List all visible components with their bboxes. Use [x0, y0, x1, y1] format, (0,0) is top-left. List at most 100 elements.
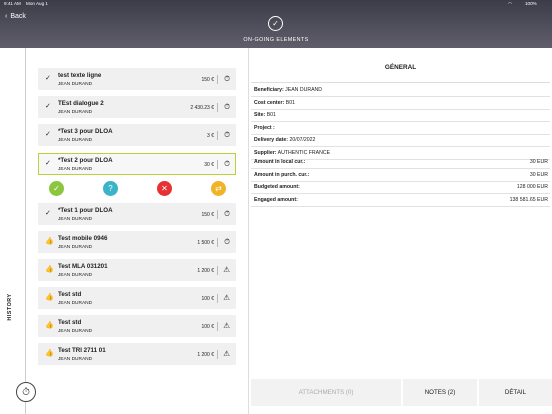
status-battery: 100% [525, 1, 537, 6]
item-separator [217, 75, 218, 84]
check-circle-icon: ✓ [268, 16, 283, 31]
list-item[interactable]: 👍 Test mobile 0946 JEAN DURAND 1 500 € ⏱ [38, 231, 236, 253]
field-row: Supplier: AUTHENTIC FRANCE [254, 150, 548, 156]
item-amount: 100 € [201, 296, 214, 302]
wifi-icon: ◠ [508, 1, 513, 6]
list-item[interactable]: ✓ TEst dialogue 2 JEAN DURAND 2 430.23 € ⏱ [38, 96, 236, 118]
question-icon: ? [108, 184, 113, 193]
item-person: JEAN DURAND [58, 217, 93, 222]
amount-row: Amount in purch. cur.: 30 EUR [254, 172, 548, 178]
item-amount: 150 € [201, 212, 214, 218]
app-screen: 9:41 AM Mon Aug 1 ◠ 100% ‹ Back ✓ ON-GOI… [0, 0, 552, 414]
field-value: B01 [285, 99, 295, 106]
item-person: JEAN DURAND [58, 329, 93, 334]
item-person: JEAN DURAND [58, 301, 93, 306]
thumbs-up-icon: 👍 [45, 266, 54, 273]
history-label[interactable]: HISTORY [7, 285, 13, 329]
list-item[interactable]: ✓ *Test 1 pour DLOA JEAN DURAND 150 € ⏱ [38, 203, 236, 225]
item-amount: 100 € [201, 324, 214, 330]
row-divider [251, 96, 550, 97]
thumbs-up-icon: 👍 [45, 322, 54, 329]
amount-value: 30 EUR [529, 171, 548, 178]
item-amount: 1 200 € [197, 352, 214, 358]
reject-button[interactable]: ✕ [157, 181, 172, 196]
list-item[interactable]: 👍 Test TRI 2711 01 JEAN DURAND 1 200 € ⚠ [38, 343, 236, 365]
field-label: Site: [254, 112, 266, 118]
row-divider [251, 180, 550, 182]
transfer-button[interactable]: ⇄ [211, 181, 226, 196]
field-row: Delivery date: 20/07/2022 [254, 137, 548, 143]
action-buttons: ✓? ✕ ⇄ [49, 181, 239, 197]
bottom-tabs: ATTACHMENTS (0) NOTES (2) DÉTAIL [249, 379, 552, 406]
warning-icon: ⚠ [223, 293, 230, 302]
amount-row: Amount in local cur.: 30 EUR [254, 159, 548, 165]
item-amount: 3 € [207, 133, 214, 139]
check-icon: ✓ [45, 131, 51, 138]
item-separator [217, 322, 218, 331]
amount-row: Engaged amount: 138 581.65 EUR [254, 197, 548, 203]
field-row: Site: B01 [254, 112, 548, 118]
field-label: Delivery date: [254, 137, 289, 143]
list-item[interactable]: 👍 Test std JEAN DURAND 100 € ⚠ [38, 315, 236, 337]
page-title: ON-GOING ELEMENTS [243, 37, 309, 43]
item-title: Test MLA 031201 [58, 263, 108, 270]
list-item[interactable]: ✓ *Test 3 pour DLOA JEAN DURAND 3 € ⏱ [38, 124, 236, 146]
warning-icon: ⚠ [223, 265, 230, 274]
field-value: AUTHENTIC FRANCE [277, 149, 331, 156]
item-title: Test std [58, 291, 82, 298]
item-person: JEAN DURAND [58, 357, 93, 362]
item-person: JEAN DURAND [58, 167, 93, 172]
row-divider [251, 168, 550, 169]
item-person: JEAN DURAND [58, 138, 93, 143]
cross-icon: ✕ [161, 184, 168, 193]
amount-value: 138 581.65 EUR [509, 196, 548, 203]
thumbs-up-icon: 👍 [45, 238, 54, 245]
row-divider [251, 108, 550, 110]
history-sidebar: HISTORY [0, 48, 26, 414]
amount-label: Budgeted amount: [254, 184, 300, 190]
question-button[interactable]: ? [103, 181, 118, 196]
amount-label: Amount in local cur.: [254, 159, 306, 165]
approve-button[interactable]: ✓ [49, 181, 64, 196]
list-item[interactable]: ✓ test texte ligne JEAN DURAND 150 € ⏱ [38, 68, 236, 90]
field-value: 20/07/2022 [289, 137, 316, 143]
thumbs-up-icon: 👍 [45, 294, 54, 301]
row-divider [251, 133, 550, 135]
amount-value: 30 EUR [529, 159, 548, 165]
clock-icon[interactable]: ⏱ [16, 382, 36, 402]
amount-label: Amount in purch. cur.: [254, 171, 310, 178]
status-date: Mon Aug 1 [26, 1, 48, 6]
list-item[interactable]: 👍 Test std JEAN DURAND 100 € ⚠ [38, 287, 236, 309]
item-title: Test TRI 2711 01 [58, 347, 106, 354]
check-icon: ✓ [45, 103, 51, 110]
item-separator [217, 210, 218, 219]
item-title: Test std [58, 319, 82, 326]
field-value: JEAN DURAND [285, 87, 323, 93]
tab-attachments[interactable]: ATTACHMENTS (0) [251, 379, 401, 406]
warning-icon: ⚠ [223, 321, 230, 330]
item-separator [217, 350, 218, 359]
field-row: Beneficiary: JEAN DURAND [254, 87, 548, 93]
item-amount: 1 500 € [197, 240, 214, 246]
back-button[interactable]: ‹ Back [5, 13, 26, 20]
item-title: Test mobile 0946 [58, 235, 108, 242]
tab-notes[interactable]: NOTES (2) [403, 379, 477, 406]
list-item[interactable]: 👍 Test MLA 031201 JEAN DURAND 1 200 € ⚠ [38, 259, 236, 281]
checkmark-icon: ✓ [53, 184, 60, 193]
field-row: Cost center: B01 [254, 100, 548, 106]
list-item[interactable]: ✓ *Test 2 pour DLOA JEAN DURAND 30 € ⏱ [38, 153, 236, 175]
item-separator [217, 266, 218, 275]
item-title: *Test 2 pour DLOA [58, 157, 113, 164]
back-label: Back [10, 13, 26, 20]
timer-icon: ⏱ [224, 130, 230, 139]
header-bar: 9:41 AM Mon Aug 1 ◠ 100% ‹ Back ✓ ON-GOI… [0, 0, 552, 48]
item-amount: 2 430.23 € [190, 105, 214, 111]
field-label: Project : [254, 124, 275, 131]
tab-detail[interactable]: DÉTAIL [479, 379, 552, 406]
item-title: TEst dialogue 2 [58, 100, 104, 107]
item-amount: 1 200 € [197, 268, 214, 274]
general-panel: GÉNERAL Beneficiary: JEAN DURAND Cost cen… [249, 48, 552, 414]
amount-row: Budgeted amount: 128 000 EUR [254, 184, 548, 190]
row-divider [251, 146, 550, 147]
item-amount: 30 € [204, 162, 214, 168]
